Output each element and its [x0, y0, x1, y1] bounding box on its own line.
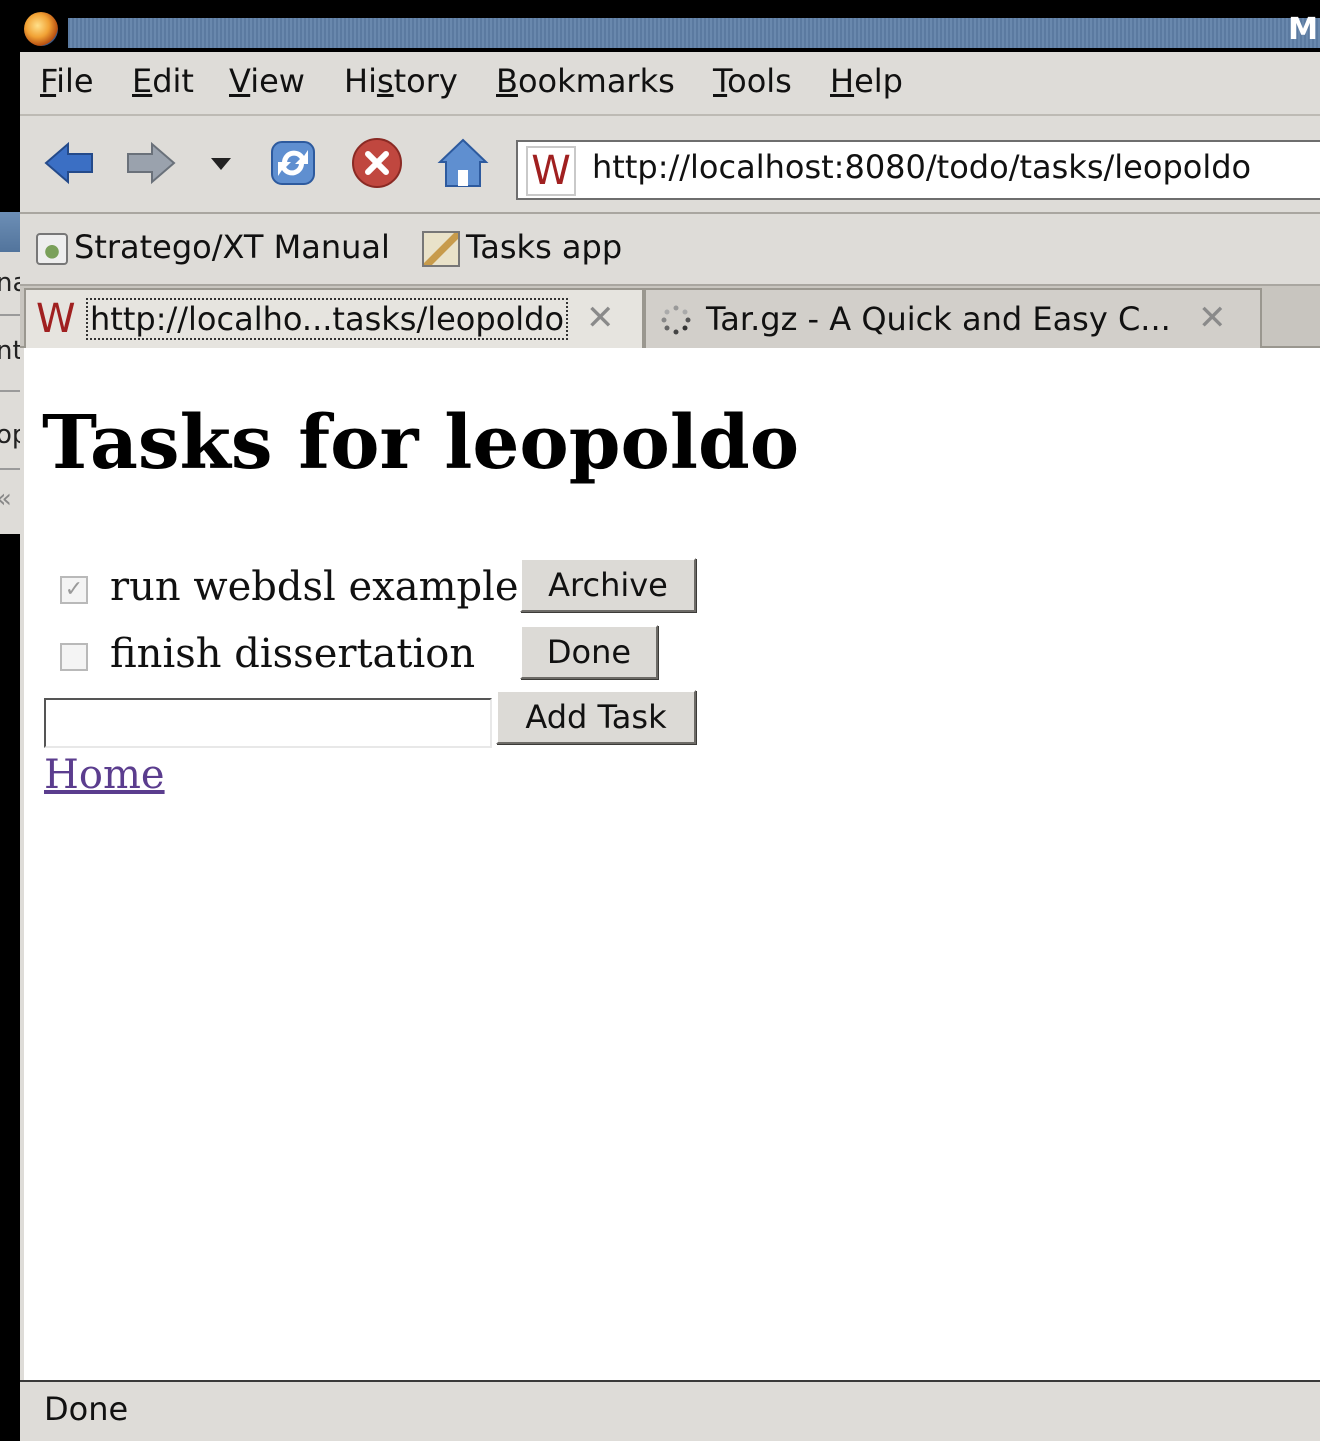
- page-icon: [36, 233, 68, 265]
- menu-view[interactable]: View: [229, 62, 305, 100]
- bookmark-tasks-app[interactable]: Tasks app: [422, 228, 622, 267]
- menu-help[interactable]: Help: [830, 62, 903, 100]
- status-bar: Done: [20, 1380, 1320, 1441]
- title-bar[interactable]: M: [20, 8, 1320, 52]
- url-bar[interactable]: W http://localhost:8080/todo/tasks/leopo…: [516, 140, 1320, 200]
- add-task-button[interactable]: Add Task: [496, 690, 696, 744]
- tab-loading[interactable]: Tar.gz - A Quick and Easy C... ✕: [644, 288, 1262, 348]
- menu-bar: File Edit View History Bookmarks Tools H…: [20, 52, 1320, 116]
- background-window-text-2: nt: [0, 336, 20, 366]
- home-icon[interactable]: [436, 136, 490, 190]
- tab-title: Tar.gz - A Quick and Easy C...: [706, 300, 1171, 338]
- menu-edit[interactable]: Edit: [132, 62, 194, 100]
- background-window-text-3: op: [0, 420, 20, 450]
- bookmark-stratego-manual[interactable]: Stratego/XT Manual: [36, 228, 390, 266]
- bookmark-label: Stratego/XT Manual: [74, 228, 390, 266]
- background-window-divider: [0, 468, 20, 470]
- browser-window: M File Edit View History Bookmarks Tools…: [20, 8, 1320, 1441]
- reload-icon[interactable]: [266, 136, 320, 190]
- task-checkbox[interactable]: [60, 643, 88, 671]
- task-label: finish dissertation: [110, 631, 476, 677]
- menu-history[interactable]: History: [344, 62, 458, 100]
- status-text: Done: [44, 1390, 129, 1428]
- background-window-text-4: «: [0, 484, 12, 514]
- url-text[interactable]: http://localhost:8080/todo/tasks/leopold…: [592, 148, 1251, 186]
- close-tab-icon[interactable]: ✕: [586, 298, 615, 338]
- navigation-toolbar: W http://localhost:8080/todo/tasks/leopo…: [20, 116, 1320, 214]
- task-label: run webdsl example: [110, 564, 519, 610]
- tab-strip: W http://localho...tasks/leopoldo ✕ Tar.…: [20, 286, 1320, 348]
- task-checkbox-checked[interactable]: ✓: [60, 576, 88, 604]
- stop-icon[interactable]: [350, 136, 404, 190]
- menu-file[interactable]: File: [40, 62, 94, 100]
- new-task-input[interactable]: [44, 698, 492, 748]
- forward-arrow-icon[interactable]: [124, 136, 178, 190]
- back-arrow-icon[interactable]: [42, 136, 96, 190]
- title-bar-fill: [68, 18, 1320, 48]
- menu-tools[interactable]: Tools: [713, 62, 792, 100]
- window-title: M: [1288, 12, 1318, 47]
- background-window-titlebar: [0, 212, 20, 252]
- done-button[interactable]: Done: [520, 625, 658, 679]
- home-link[interactable]: Home: [44, 752, 165, 798]
- menu-bookmarks[interactable]: Bookmarks: [496, 62, 675, 100]
- firefox-logo-icon: [24, 12, 58, 46]
- site-favicon: W: [526, 146, 576, 196]
- bookmarks-toolbar: Stratego/XT Manual Tasks app: [20, 214, 1320, 286]
- tab-title: http://localho...tasks/leopoldo: [85, 298, 569, 340]
- loading-spinner-icon: [661, 305, 691, 335]
- page-content: Tasks for leopoldo ✓ run webdsl example …: [24, 348, 1320, 1380]
- image-icon: [422, 231, 460, 267]
- background-window-edge: na nt op «: [0, 212, 20, 534]
- background-window-divider: [0, 314, 20, 316]
- tab-favicon: W: [36, 296, 76, 342]
- close-tab-icon[interactable]: ✕: [1198, 298, 1227, 338]
- bookmark-label: Tasks app: [466, 228, 623, 266]
- archive-button[interactable]: Archive: [520, 558, 696, 612]
- tab-active[interactable]: W http://localho...tasks/leopoldo ✕: [24, 288, 644, 348]
- background-window-text-1: na: [0, 268, 20, 298]
- history-dropdown-arrow-icon[interactable]: [206, 136, 236, 190]
- background-window-divider: [0, 390, 20, 392]
- page-title: Tasks for leopoldo: [42, 400, 800, 486]
